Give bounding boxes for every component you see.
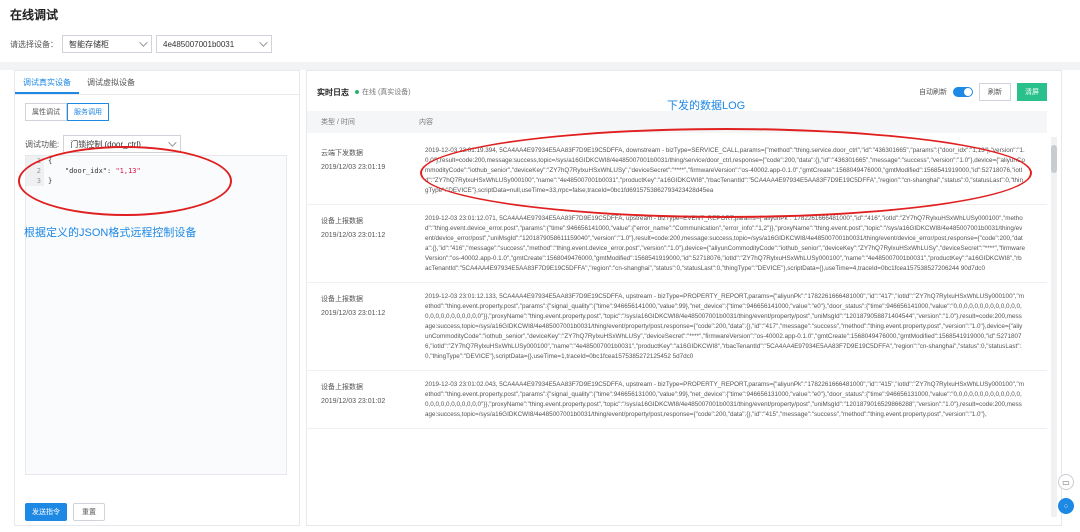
col-type-time: 类型 / 时间 <box>321 119 355 126</box>
feedback-icon[interactable]: ▭ <box>1058 474 1074 490</box>
row-time: 2019/12/03 23:01:12 <box>321 310 386 317</box>
page-title: 在线调试 <box>10 8 59 22</box>
page: 在线调试 请选择设备： 智能存储柜 4e485007001b0031 调试真实设… <box>0 0 1080 532</box>
auto-refresh-label: 自动刷新 <box>919 89 947 96</box>
tab-property-debug[interactable]: 属性调试 <box>25 103 67 121</box>
reset-button[interactable]: 重置 <box>73 503 105 521</box>
log-actions: 自动刷新 刷新 清屏 <box>919 83 1047 101</box>
apps-icon[interactable]: ⁘ <box>1058 498 1074 514</box>
log-scrollbar[interactable] <box>1051 137 1057 517</box>
debug-subtabs: 属性调试 服务调用 <box>25 103 299 121</box>
row-content: 2019-12-03 23:01:02.043, 5CA4AA4E97934E5… <box>425 381 1025 418</box>
debug-panel: 调试真实设备 调试虚拟设备 属性调试 服务调用 调试功能: 门锁控制 (door… <box>14 70 300 526</box>
product-select[interactable]: 智能存储柜 <box>62 35 152 53</box>
product-select-value: 智能存储柜 <box>69 39 109 49</box>
tab-service-call[interactable]: 服务调用 <box>67 103 109 121</box>
row-type: 设备上报数据 <box>321 384 363 391</box>
annotation-left: 根据定义的JSON格式远程控制设备 <box>24 227 197 239</box>
row-type: 云端下发数据 <box>321 150 363 157</box>
device-select-value: 4e485007001b0031 <box>163 39 235 49</box>
device-select-row: 请选择设备： 智能存储柜 4e485007001b0031 <box>10 34 272 54</box>
function-label: 调试功能: <box>25 139 60 149</box>
send-command-button[interactable]: 发送指令 <box>25 503 67 521</box>
status-badge: 在线 (真实设备) <box>355 87 411 97</box>
col-content: 内容 <box>419 119 433 126</box>
table-row: 设备上报数据 2019/12/03 23:01:02 2019-12-03 23… <box>307 371 1047 429</box>
device-select-label: 请选择设备： <box>10 39 58 49</box>
row-type-cell: 设备上报数据 2019/12/03 23:01:12 <box>307 283 419 370</box>
row-type-cell: 设备上报数据 2019/12/03 23:01:12 <box>307 205 419 282</box>
row-type: 设备上报数据 <box>321 296 363 303</box>
annotation-ellipse <box>420 128 1032 218</box>
chevron-down-icon <box>259 38 268 47</box>
device-select[interactable]: 4e485007001b0031 <box>156 35 272 53</box>
row-type-cell: 设备上报数据 2019/12/03 23:01:02 <box>307 371 419 428</box>
auto-refresh-toggle[interactable] <box>953 87 973 97</box>
annotation-ellipse <box>18 146 232 216</box>
tab-real-device[interactable]: 调试真实设备 <box>15 71 79 94</box>
row-content: 2019-12-03 23:01:12.133, 5CA4AA4E97934E5… <box>425 293 1025 360</box>
refresh-button[interactable]: 刷新 <box>979 83 1011 101</box>
chevron-down-icon <box>139 38 148 47</box>
row-type-cell: 云端下发数据 2019/12/03 23:01:19 <box>307 137 419 204</box>
table-row: 设备上报数据 2019/12/03 23:01:12 2019-12-03 23… <box>307 283 1047 371</box>
row-time: 2019/12/03 23:01:12 <box>321 232 386 239</box>
debug-tabs: 调试真实设备 调试虚拟设备 <box>15 71 299 95</box>
tab-virtual-device[interactable]: 调试虚拟设备 <box>79 71 143 94</box>
scroll-thumb[interactable] <box>1051 145 1057 173</box>
log-header: 实时日志 在线 (真实设备) 下发的数据LOG 自动刷新 刷新 清屏 <box>307 71 1061 112</box>
clear-button[interactable]: 清屏 <box>1017 83 1047 101</box>
chevron-down-icon <box>168 138 177 147</box>
row-time: 2019/12/03 23:01:02 <box>321 398 386 405</box>
log-title: 实时日志 <box>317 88 349 97</box>
online-dot-icon <box>355 90 359 94</box>
action-bar: 发送指令 重置 <box>25 503 105 521</box>
row-time: 2019/12/03 23:01:19 <box>321 164 386 171</box>
divider <box>0 62 1080 70</box>
row-type: 设备上报数据 <box>321 218 363 225</box>
status-text: 在线 (真实设备) <box>362 89 411 96</box>
